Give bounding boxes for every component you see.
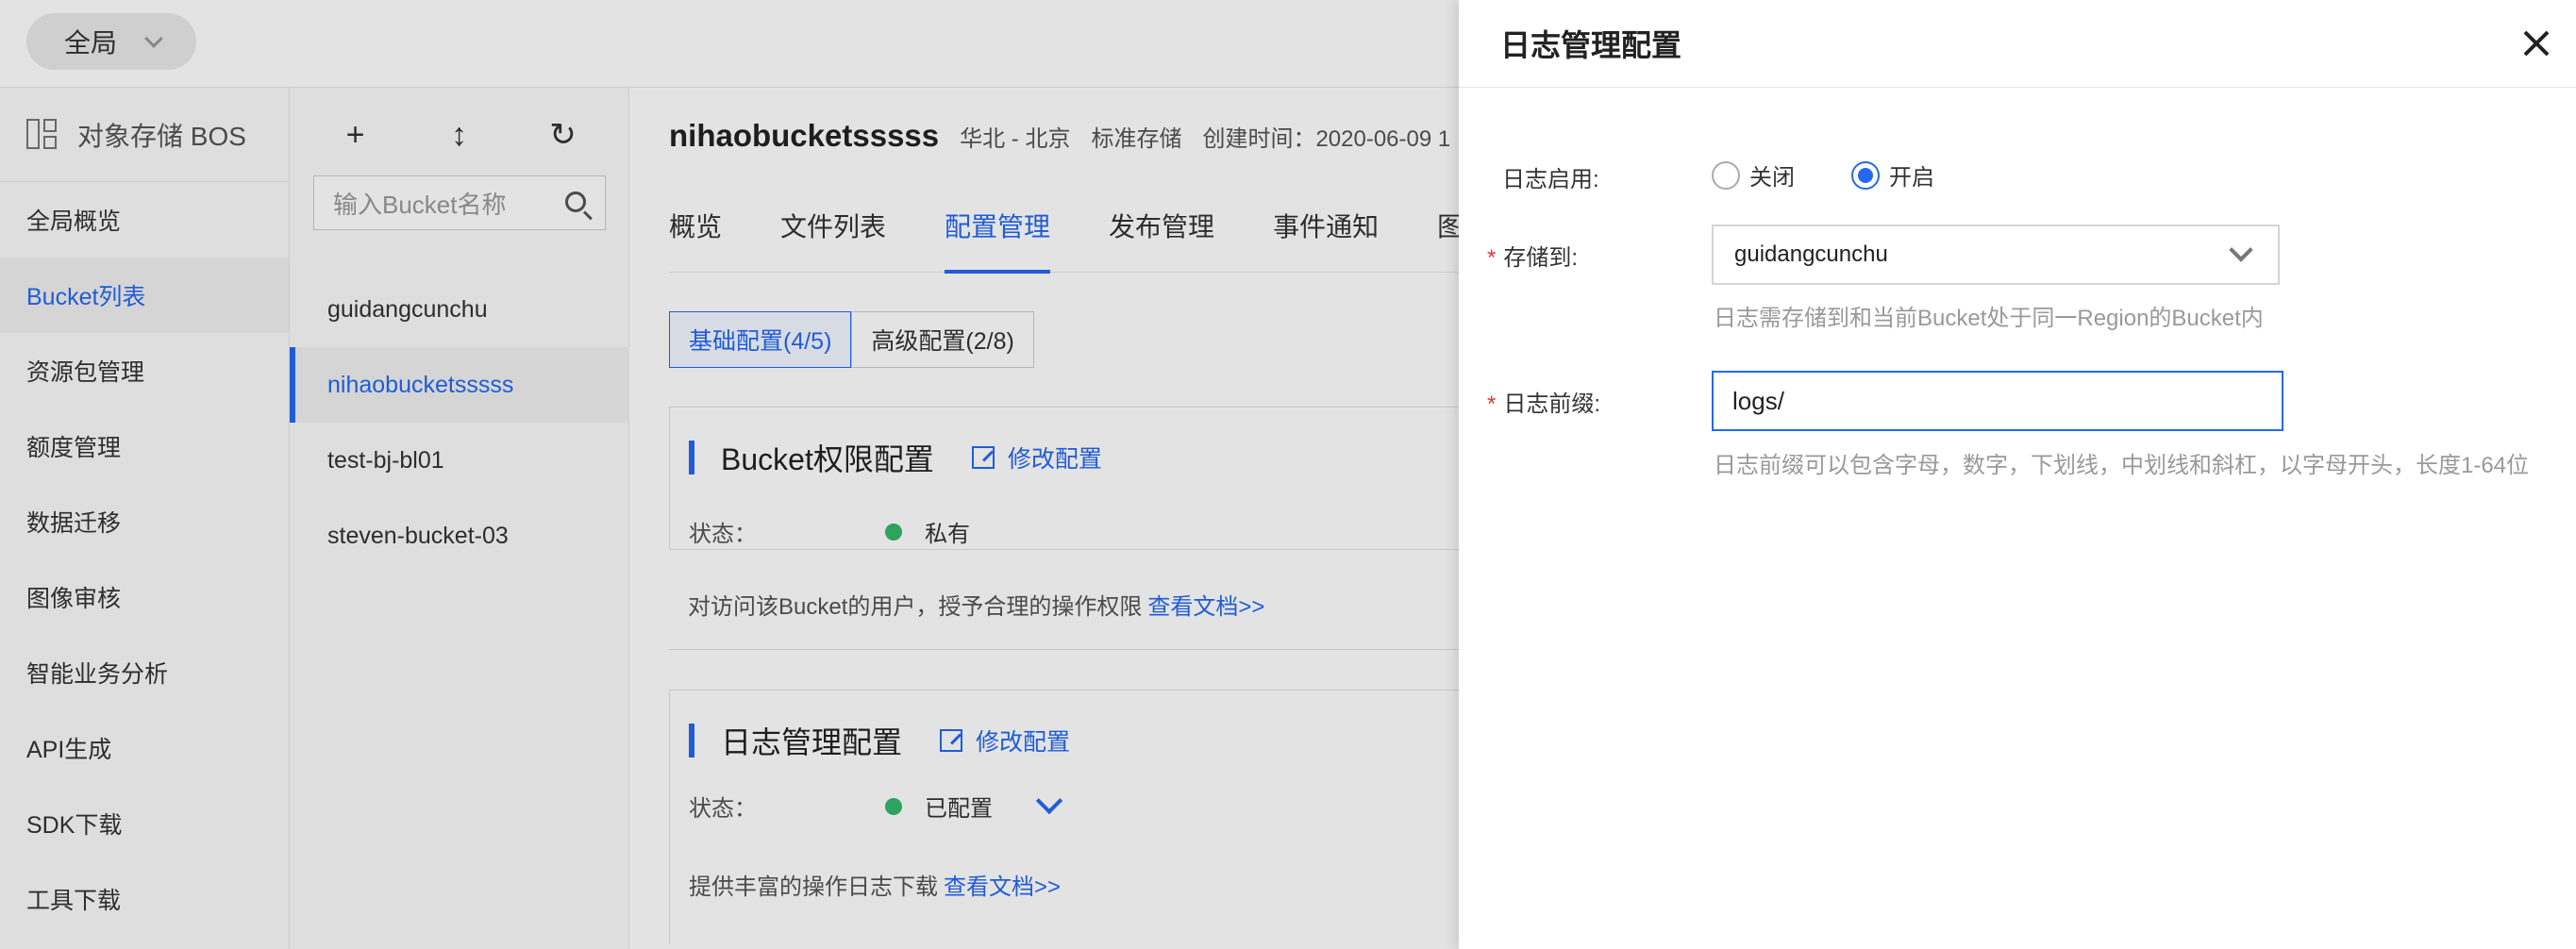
prefix-hint: 日志前缀可以包含字母，数字，下划线，中划线和斜杠，以字母开头，长度1-64位: [1714, 453, 2530, 478]
store-bucket-value: guidangcunchu: [1734, 241, 1888, 267]
drawer-header: 日志管理配置: [1459, 0, 2576, 88]
radio-circle-checked-icon: [1851, 160, 1880, 190]
radio-off-label: 关闭: [1749, 165, 1795, 191]
required-mark: *: [1487, 245, 1497, 271]
store-hint: 日志需存储到和当前Bucket处于同一Region的Bucket内: [1714, 306, 2264, 331]
drawer-title: 日志管理配置: [1500, 28, 1682, 62]
log-prefix-input[interactable]: logs/: [1712, 371, 2283, 431]
log-prefix-label-text: 日志前缀:: [1503, 391, 1601, 417]
radio-on[interactable]: 开启: [1851, 158, 1934, 191]
radio-on-label: 开启: [1889, 165, 1934, 191]
chevron-down-icon: [2229, 238, 2253, 262]
log-config-drawer: 日志管理配置 日志启用: 关闭 开启 * 存储到: guidangcunchu 日…: [1459, 0, 2576, 949]
modal-overlay[interactable]: [0, 0, 1459, 949]
radio-off[interactable]: 关闭: [1712, 158, 1795, 191]
log-enable-radio-group: 关闭 开启: [1712, 158, 1991, 191]
required-mark: *: [1487, 391, 1497, 417]
close-icon[interactable]: [2517, 25, 2555, 62]
radio-circle-icon: [1712, 160, 1740, 190]
log-enable-label: 日志启用:: [1502, 167, 1599, 192]
store-bucket-select[interactable]: guidangcunchu: [1712, 225, 2280, 285]
store-to-label: * 存储到:: [1487, 239, 1579, 272]
log-prefix-label: * 日志前缀:: [1487, 385, 1601, 418]
store-to-label-text: 存储到:: [1503, 245, 1579, 271]
